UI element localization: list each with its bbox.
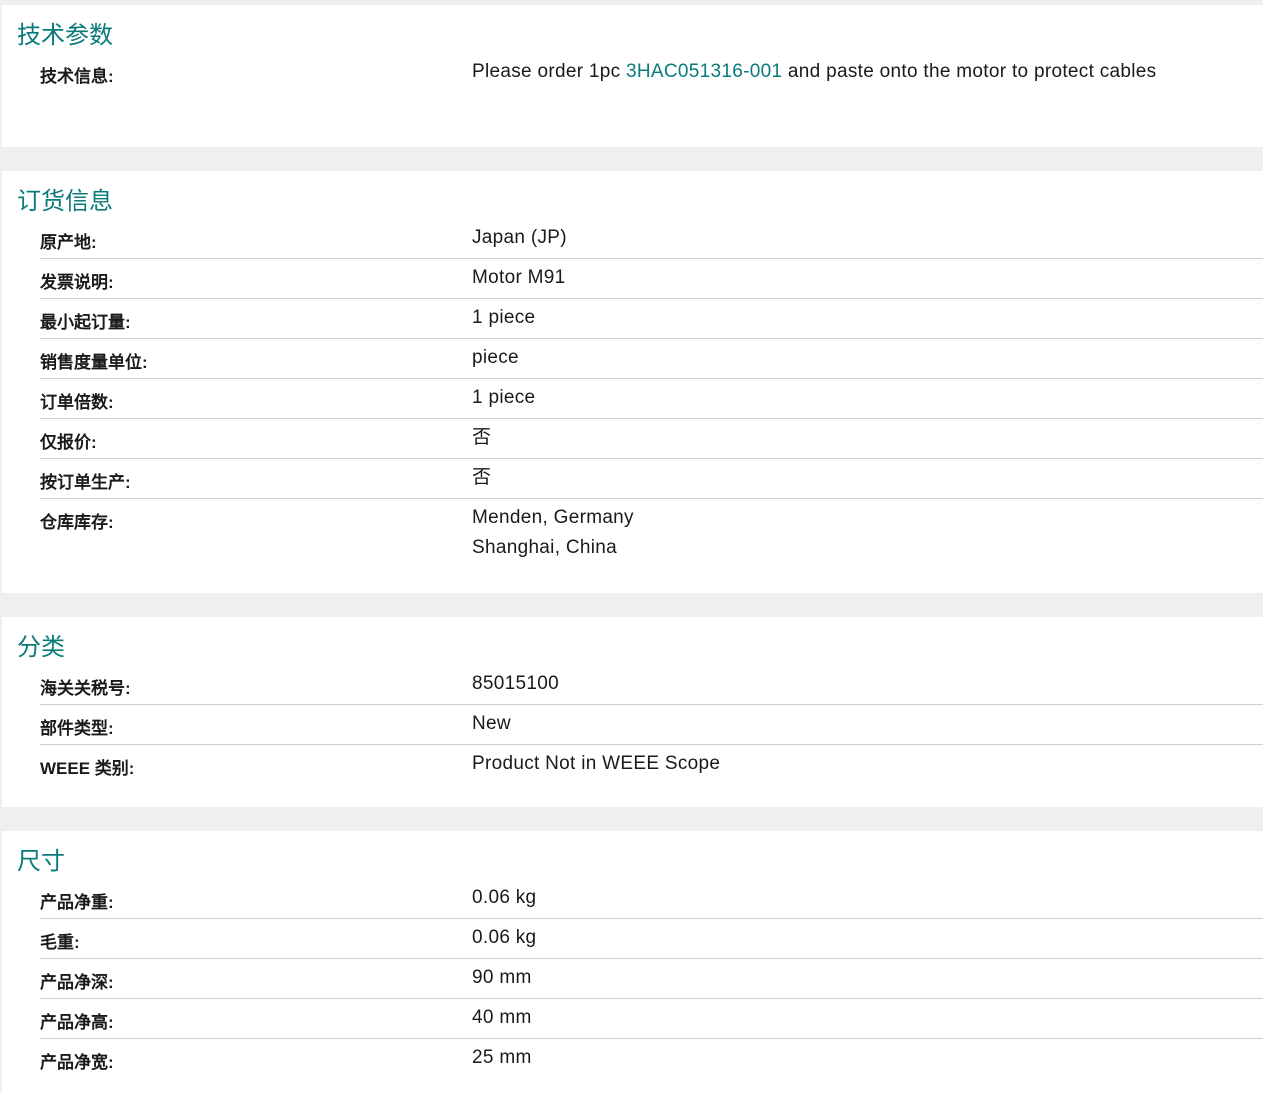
spec-row-net-depth: 产品净深: 90 mm [40,958,1263,998]
spec-value: 0.06 kg [472,927,537,948]
spec-row-customs-tariff: 海关关税号: 85015100 [40,665,1263,704]
spec-label: 销售度量单位: [40,353,148,372]
spec-value: 否 [472,427,492,448]
spec-row-quote-only: 仅报价: 否 [40,418,1263,458]
spec-value: Motor M91 [472,267,566,288]
spec-label: 发票说明: [40,273,114,292]
spec-row-gross-weight: 毛重: 0.06 kg [40,918,1263,958]
technical-parameters-section: 技术参数 技术信息: Please order 1pc 3HAC051316-0… [2,5,1263,147]
spec-label: 产品净重: [40,893,114,912]
spec-row-net-height: 产品净高: 40 mm [40,998,1263,1038]
part-number-link[interactable]: 3HAC051316-001 [626,61,782,82]
section-title-classification: 分类 [17,634,65,661]
spec-value-text: Please order 1pc [472,61,627,82]
spec-label: 订单倍数: [40,393,114,412]
spec-label: 海关关税号: [40,679,131,698]
spec-label: 仅报价: [40,433,97,452]
warehouse-location: Shanghai, China [472,537,617,558]
spec-value: 40 mm [472,1007,532,1028]
spec-label: 原产地: [40,233,97,252]
spec-row-made-to-order: 按订单生产: 否 [40,458,1263,498]
warehouse-location: Menden, Germany [472,507,634,528]
spec-value: Product Not in WEEE Scope [472,753,721,774]
spec-value: 25 mm [472,1047,532,1068]
spec-row-part-type: 部件类型: New [40,704,1263,744]
ordering-info-section: 订货信息 原产地: Japan (JP) 发票说明: Motor M91 最小起… [2,171,1263,593]
spec-row-country-of-origin: 原产地: Japan (JP) [40,219,1263,258]
spec-value: 85015100 [472,673,559,694]
dimensions-section: 尺寸 产品净重: 0.06 kg 毛重: 0.06 kg 产品净深: 90 mm… [2,831,1263,1093]
spec-label: 按订单生产: [40,473,131,492]
spec-label: 部件类型: [40,719,114,738]
product-details-page: 技术参数 技术信息: Please order 1pc 3HAC051316-0… [0,0,1263,1093]
spec-value: 否 [472,467,492,488]
spec-value: 1 piece [472,387,536,408]
spec-value: 1 piece [472,307,536,328]
spec-label: 技术信息: [40,67,114,86]
spec-label: 仓库库存: [40,513,114,532]
spec-label: WEEE 类别: [40,759,135,778]
spec-row-technical-info: 技术信息: Please order 1pc 3HAC051316-001 an… [40,53,1263,92]
spec-label: 产品净高: [40,1013,114,1032]
section-title-dimensions: 尺寸 [17,848,65,875]
spec-row-net-width: 产品净宽: 25 mm [40,1038,1263,1078]
classification-section: 分类 海关关税号: 85015100 部件类型: New WEEE 类别: Pr… [2,617,1263,807]
spec-value: piece [472,347,519,368]
spec-value: New [472,713,511,734]
spec-value: Japan (JP) [472,227,567,248]
spec-value: Menden, Germany Shanghai, China [472,499,1263,568]
spec-row-minimum-order: 最小起订量: 1 piece [40,298,1263,338]
spec-row-net-weight: 产品净重: 0.06 kg [40,879,1263,918]
spec-value: 90 mm [472,967,532,988]
spec-row-order-multiple: 订单倍数: 1 piece [40,378,1263,418]
section-title-ordering-info: 订货信息 [17,188,113,215]
spec-row-sales-unit: 销售度量单位: piece [40,338,1263,378]
spec-value-text: and paste onto the motor to protect cabl… [782,61,1157,82]
spec-value: Please order 1pc 3HAC051316-001 and past… [472,53,1263,92]
section-title-technical-parameters: 技术参数 [17,22,113,49]
spec-row-warehouse-stock: 仓库库存: Menden, Germany Shanghai, China [40,498,1263,568]
spec-row-invoice-description: 发票说明: Motor M91 [40,258,1263,298]
spec-value: 0.06 kg [472,887,537,908]
spec-label: 毛重: [40,933,80,952]
spec-label: 产品净宽: [40,1053,114,1072]
spec-label: 产品净深: [40,973,114,992]
spec-label: 最小起订量: [40,313,131,332]
spec-row-weee-category: WEEE 类别: Product Not in WEEE Scope [40,744,1263,784]
